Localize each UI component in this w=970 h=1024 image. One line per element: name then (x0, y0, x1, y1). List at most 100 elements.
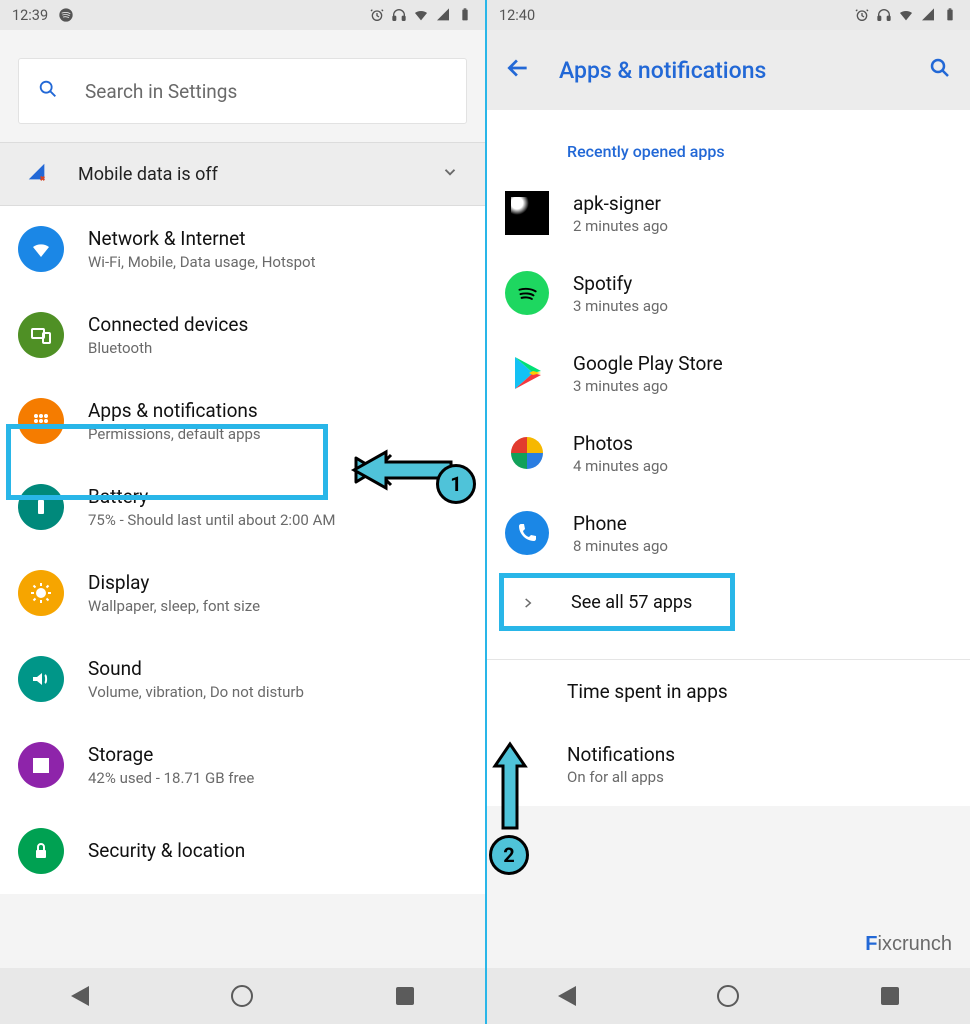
brightness-icon (18, 570, 64, 616)
setting-title: Storage (88, 743, 467, 768)
mobile-data-off-icon (26, 161, 48, 187)
wifi-circle-icon (18, 226, 64, 272)
setting-sub: Wi-Fi, Mobile, Data usage, Hotspot (88, 253, 467, 271)
mobile-data-label: Mobile data is off (78, 164, 411, 185)
nav-back-button[interactable] (558, 986, 576, 1006)
spotify-status-icon (58, 7, 74, 23)
setting-sub: 75% - Should last until about 2:00 AM (88, 511, 467, 529)
setting-sub: Permissions, default apps (88, 425, 467, 443)
setting-title: Sound (88, 657, 467, 682)
setting-title: Display (88, 571, 467, 596)
app-time: 8 minutes ago (573, 537, 668, 555)
setting-connected-devices[interactable]: Connected devices Bluetooth (0, 292, 485, 378)
app-row-photos[interactable]: Photos 4 minutes ago (487, 413, 970, 493)
app-row-play-store[interactable]: Google Play Store 3 minutes ago (487, 333, 970, 413)
nav-home-button[interactable] (231, 985, 253, 1007)
setting-title: Connected devices (88, 313, 467, 338)
app-name: Photos (573, 432, 668, 455)
see-all-apps-button[interactable]: See all 57 apps (495, 573, 970, 631)
setting-display[interactable]: Display Wallpaper, sleep, font size (0, 550, 485, 636)
battery-icon (942, 7, 958, 23)
sound-icon (18, 656, 64, 702)
play-store-icon (505, 351, 549, 395)
watermark: Fixcrunch (865, 933, 952, 956)
section-recently-opened: Recently opened apps (487, 114, 970, 173)
apk-signer-icon (505, 191, 549, 235)
chevron-right-icon (513, 596, 543, 610)
app-name: apk-signer (573, 192, 668, 215)
wifi-icon (413, 7, 429, 23)
setting-sound[interactable]: Sound Volume, vibration, Do not disturb (0, 636, 485, 722)
photos-app-icon (505, 431, 549, 475)
app-time: 4 minutes ago (573, 457, 668, 475)
nav-recents-button[interactable] (396, 987, 414, 1005)
wifi-icon (898, 7, 914, 23)
app-row-apk-signer[interactable]: apk-signer 2 minutes ago (487, 173, 970, 253)
app-name: Spotify (573, 272, 668, 295)
setting-title: Security & location (88, 839, 467, 864)
app-time: 2 minutes ago (573, 217, 668, 235)
row-notifications[interactable]: Notifications On for all apps (487, 723, 970, 806)
status-bar: 12:39 (0, 0, 485, 30)
search-button[interactable] (928, 56, 952, 84)
app-time: 3 minutes ago (573, 377, 723, 395)
search-placeholder: Search in Settings (85, 80, 237, 103)
setting-network-internet[interactable]: Network & Internet Wi-Fi, Mobile, Data u… (0, 206, 485, 292)
alarm-icon (854, 7, 870, 23)
headphones-icon (391, 7, 407, 23)
app-row-phone[interactable]: Phone 8 minutes ago (487, 493, 970, 573)
chevron-down-icon (441, 163, 459, 185)
app-header: Apps & notifications (487, 30, 970, 110)
devices-icon (18, 312, 64, 358)
phone-app-icon (505, 511, 549, 555)
row-sub: On for all apps (567, 768, 675, 786)
annotation-step-2: 2 (489, 835, 529, 875)
setting-apps-notifications[interactable]: Apps & notifications Permissions, defaul… (0, 378, 485, 464)
apps-notifications-screen: 12:40 Apps & notifications Recently open… (485, 0, 970, 1024)
setting-title: Network & Internet (88, 227, 467, 252)
apps-grid-icon (18, 398, 64, 444)
app-name: Google Play Store (573, 352, 723, 375)
setting-battery[interactable]: Battery 75% - Should last until about 2:… (0, 464, 485, 550)
app-row-spotify[interactable]: Spotify 3 minutes ago (487, 253, 970, 333)
nav-home-button[interactable] (717, 985, 739, 1007)
apps-body: Recently opened apps apk-signer 2 minute… (487, 110, 970, 806)
signal-icon (435, 7, 451, 23)
spotify-app-icon (505, 271, 549, 315)
signal-icon (920, 7, 936, 23)
app-time: 3 minutes ago (573, 297, 668, 315)
lock-icon (18, 828, 64, 874)
settings-list: Network & Internet Wi-Fi, Mobile, Data u… (0, 206, 485, 894)
app-name: Phone (573, 512, 668, 535)
status-bar: 12:40 (487, 0, 970, 30)
setting-sub: Volume, vibration, Do not disturb (88, 683, 467, 701)
setting-title: Apps & notifications (88, 399, 467, 424)
back-button[interactable] (505, 55, 531, 85)
see-all-label: See all 57 apps (571, 592, 692, 613)
row-title: Notifications (567, 743, 675, 766)
setting-storage[interactable]: Storage 42% used - 18.71 GB free (0, 722, 485, 808)
row-title: Time spent in apps (567, 680, 728, 703)
nav-bar (487, 968, 970, 1024)
headphones-icon (876, 7, 892, 23)
clock-time: 12:39 (12, 7, 48, 24)
setting-security-location[interactable]: Security & location (0, 808, 485, 894)
setting-sub: 42% used - 18.71 GB free (88, 769, 467, 787)
search-bar[interactable]: Search in Settings (18, 58, 467, 124)
setting-sub: Wallpaper, sleep, font size (88, 597, 467, 615)
mobile-data-banner[interactable]: Mobile data is off (0, 142, 485, 206)
alarm-icon (369, 7, 385, 23)
nav-bar (0, 968, 485, 1024)
setting-sub: Bluetooth (88, 339, 467, 357)
clock-time: 12:40 (499, 7, 535, 24)
settings-main-screen: 12:39 Search in Settings Mobile data is … (0, 0, 485, 1024)
battery-icon-circle (18, 484, 64, 530)
page-title: Apps & notifications (559, 57, 900, 84)
nav-recents-button[interactable] (881, 987, 899, 1005)
setting-title: Battery (88, 485, 467, 510)
nav-back-button[interactable] (71, 986, 89, 1006)
search-icon (37, 78, 59, 104)
storage-icon (18, 742, 64, 788)
row-time-spent[interactable]: Time spent in apps (487, 659, 970, 723)
battery-icon (457, 7, 473, 23)
